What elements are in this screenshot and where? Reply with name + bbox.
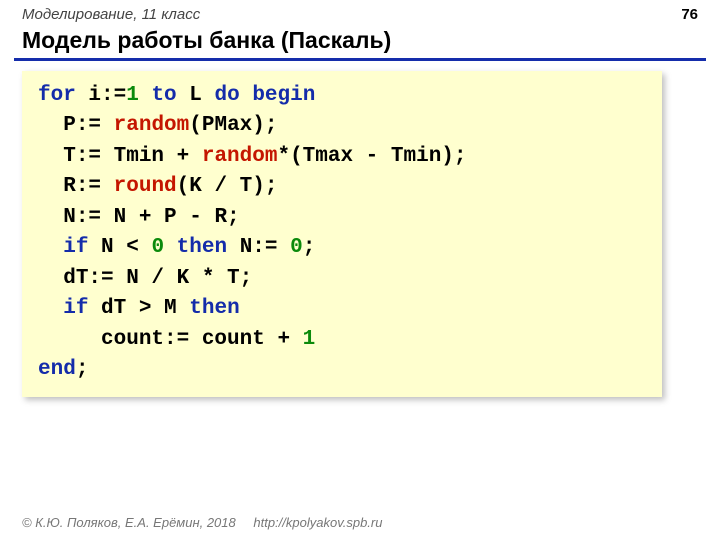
code-token: do [214, 84, 239, 107]
code-token: (K / T); [177, 175, 278, 198]
slide-header: Моделирование, 11 класс 76 [0, 0, 720, 23]
code-token: 0 [151, 236, 164, 259]
slide-title: Модель работы банка (Паскаль) [0, 23, 720, 56]
code-token: 1 [126, 84, 139, 107]
code-token: (PMax); [189, 114, 277, 137]
code-token: ; [76, 358, 89, 381]
code-token [240, 84, 253, 107]
code-token [139, 84, 152, 107]
page-number: 76 [681, 6, 698, 23]
code-token: then [177, 236, 227, 259]
code-token: N < [88, 236, 151, 259]
code-token: round [114, 175, 177, 198]
code-token: 0 [290, 236, 303, 259]
code-token: ; [303, 236, 316, 259]
code-line: if dT > M then [38, 294, 646, 324]
course-label: Моделирование, 11 класс [22, 6, 200, 23]
code-line: if N < 0 then N:= 0; [38, 233, 646, 263]
code-token: random [202, 145, 278, 168]
code-token: P:= [63, 114, 113, 137]
slide-footer: © К.Ю. Поляков, Е.А. Ерёмин, 2018 http:/… [22, 515, 382, 530]
code-line: T:= Tmin + random*(Tmax - Tmin); [38, 142, 646, 172]
code-line: R:= round(K / T); [38, 172, 646, 202]
code-token: dT > M [88, 297, 189, 320]
code-line: count:= count + 1 [38, 325, 646, 355]
code-token: count:= count + [101, 328, 303, 351]
code-token: random [114, 114, 190, 137]
code-line: P:= random(PMax); [38, 111, 646, 141]
code-token: dT:= N / K * T; [63, 267, 252, 290]
code-line: end; [38, 355, 646, 385]
code-token: R:= [63, 175, 113, 198]
code-line: dT:= N / K * T; [38, 264, 646, 294]
code-token: 1 [303, 328, 316, 351]
title-underline [14, 58, 706, 61]
code-line: N:= N + P - R; [38, 203, 646, 233]
code-token: begin [252, 84, 315, 107]
code-token: then [189, 297, 239, 320]
slide: Моделирование, 11 класс 76 Модель работы… [0, 0, 720, 540]
footer-url: http://kpolyakov.spb.ru [253, 515, 382, 530]
code-token: if [63, 297, 88, 320]
code-block: for i:=1 to L do begin P:= random(PMax);… [22, 71, 662, 397]
code-token: N:= [227, 236, 290, 259]
code-line: for i:=1 to L do begin [38, 81, 646, 111]
code-token: N:= N + P - R; [63, 206, 239, 229]
code-token: T:= Tmin + [63, 145, 202, 168]
copyright-text: © К.Ю. Поляков, Е.А. Ерёмин, 2018 [22, 515, 236, 530]
code-token [164, 236, 177, 259]
code-token: end [38, 358, 76, 381]
code-token: *(Tmax - Tmin); [277, 145, 466, 168]
code-token: i:= [76, 84, 126, 107]
code-token: L [177, 84, 215, 107]
code-token: for [38, 84, 76, 107]
code-token: if [63, 236, 88, 259]
code-token: to [151, 84, 176, 107]
